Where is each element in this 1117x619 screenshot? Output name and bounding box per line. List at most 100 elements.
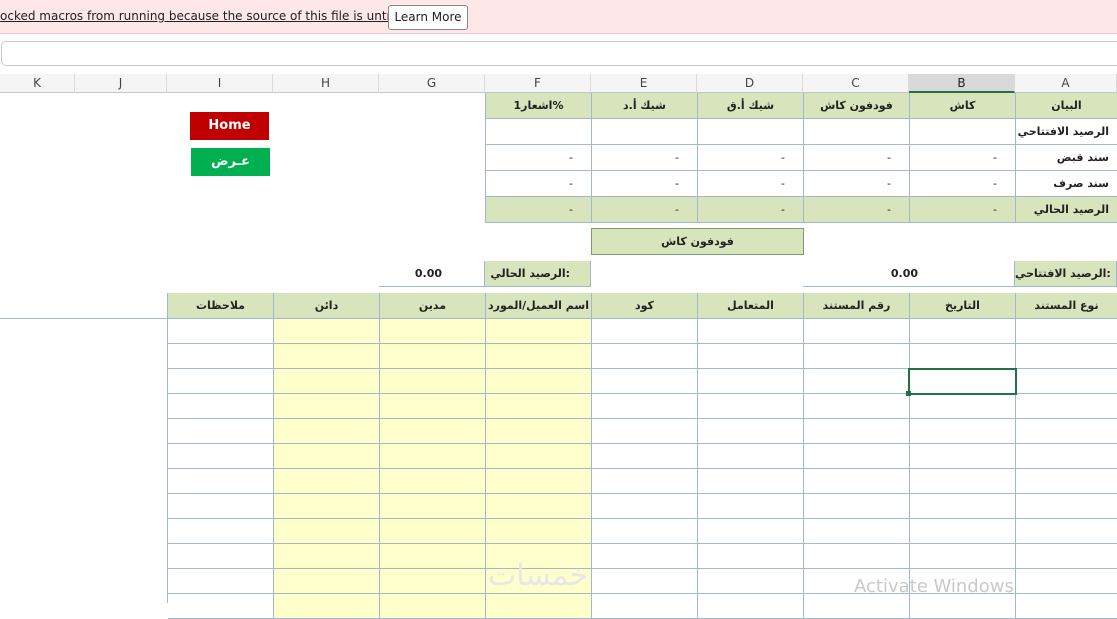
ledger-cell[interactable] [804,419,910,444]
ledger-cell[interactable] [168,344,274,369]
ledger-title[interactable]: فودفون كاش [591,228,804,255]
ledger-cell[interactable] [698,444,804,469]
ledger-cell[interactable] [274,369,380,394]
summary-cell[interactable]: - [698,145,804,171]
ledger-cell[interactable] [698,519,804,544]
ledger-cell[interactable] [804,494,910,519]
ledger-cell[interactable] [698,469,804,494]
ledger-cell[interactable] [168,319,274,344]
summary-cell[interactable]: - [592,171,698,197]
ledger-cell[interactable] [380,594,486,619]
ledger-cell[interactable] [486,344,592,369]
ledger-cell[interactable] [1016,469,1117,494]
ledger-cell[interactable] [486,369,592,394]
summary-cell[interactable] [486,119,592,145]
column-header-j[interactable]: J [75,74,167,93]
ledger-cell[interactable] [168,594,274,619]
ledger-cell[interactable] [380,519,486,544]
ledger-cell[interactable] [910,419,1016,444]
ledger-cell[interactable] [592,444,698,469]
summary-cell[interactable] [804,119,910,145]
ledger-cell[interactable] [380,419,486,444]
ledger-cell[interactable] [486,519,592,544]
summary-row-label[interactable]: الرصيد الافتتاحي [1016,119,1117,145]
summary-header-vodafone-cash[interactable]: فودفون كاش [804,93,910,119]
ledger-cell[interactable] [592,519,698,544]
fill-handle[interactable] [906,391,911,396]
summary-header-notice[interactable]: اشعار1% [486,93,592,119]
summary-cell[interactable]: - [804,145,910,171]
ledger-cell[interactable] [804,444,910,469]
ledger-cell[interactable] [274,494,380,519]
ledger-cell[interactable] [380,369,486,394]
ledger-cell[interactable] [1016,344,1117,369]
ledger-cell[interactable] [168,494,274,519]
opening-balance-value[interactable]: 0.00 [803,261,1015,287]
ledger-cell[interactable] [698,569,804,594]
summary-cell[interactable]: - [698,171,804,197]
ledger-cell[interactable] [910,519,1016,544]
ledger-cell[interactable] [274,319,380,344]
column-header-f[interactable]: F [485,74,591,93]
ledger-cell[interactable] [274,519,380,544]
ledger-cell[interactable] [592,594,698,619]
ledger-cell[interactable] [380,394,486,419]
ledger-cell[interactable] [486,594,592,619]
ledger-cell[interactable] [274,444,380,469]
column-header-c[interactable]: C [803,74,909,93]
ledger-header-date[interactable]: التاريخ [910,293,1016,319]
ledger-cell[interactable] [1016,494,1117,519]
summary-cell[interactable]: - [804,171,910,197]
ledger-header-doc-number[interactable]: رقم المستند [804,293,910,319]
column-header-b[interactable]: B [909,74,1015,93]
ledger-cell[interactable] [804,394,910,419]
ledger-cell[interactable] [168,519,274,544]
ledger-header-code[interactable]: كود [592,293,698,319]
summary-row-label[interactable]: سند صرف [1016,171,1117,197]
ledger-cell[interactable] [168,544,274,569]
ledger-cell[interactable] [168,469,274,494]
ledger-cell[interactable] [592,569,698,594]
ledger-cell[interactable] [274,569,380,594]
summary-cell[interactable]: - [698,197,804,223]
ledger-cell[interactable] [804,594,910,619]
ledger-cell[interactable] [1016,444,1117,469]
current-balance-label[interactable]: الرصيد الحالي: [485,261,591,287]
ledger-cell[interactable] [910,444,1016,469]
summary-header-statement[interactable]: البيان [1016,93,1117,119]
ledger-cell[interactable] [380,544,486,569]
ledger-cell[interactable] [804,319,910,344]
ledger-cell[interactable] [698,544,804,569]
ledger-cell[interactable] [1016,319,1117,344]
ledger-cell[interactable] [486,494,592,519]
ledger-cell[interactable] [274,469,380,494]
ledger-cell[interactable] [1016,569,1117,594]
summary-cell[interactable]: - [486,197,592,223]
ledger-cell[interactable] [910,319,1016,344]
ledger-cell[interactable] [804,519,910,544]
ledger-cell[interactable] [380,319,486,344]
summary-cell[interactable]: - [910,145,1016,171]
ledger-cell[interactable] [168,419,274,444]
ledger-cell[interactable] [1016,369,1117,394]
ledger-cell[interactable] [592,319,698,344]
home-button[interactable]: Home [190,112,269,140]
column-header-a[interactable]: A [1015,74,1117,93]
ledger-cell[interactable] [274,344,380,369]
ledger-header-debit[interactable]: مدين [380,293,486,319]
ledger-cell[interactable] [910,494,1016,519]
ledger-cell[interactable] [380,494,486,519]
active-cell[interactable] [908,368,1017,395]
summary-cell[interactable]: - [592,197,698,223]
ledger-cell[interactable] [910,344,1016,369]
ledger-cell[interactable] [804,544,910,569]
summary-cell[interactable]: - [910,197,1016,223]
ledger-cell[interactable] [274,419,380,444]
summary-cell[interactable]: - [486,171,592,197]
summary-row-label[interactable]: الرصيد الحالي [1016,197,1117,223]
ledger-cell[interactable] [1016,594,1117,619]
ledger-cell[interactable] [168,569,274,594]
summary-cell[interactable]: - [910,171,1016,197]
summary-cell[interactable] [592,119,698,145]
ledger-cell[interactable] [804,469,910,494]
